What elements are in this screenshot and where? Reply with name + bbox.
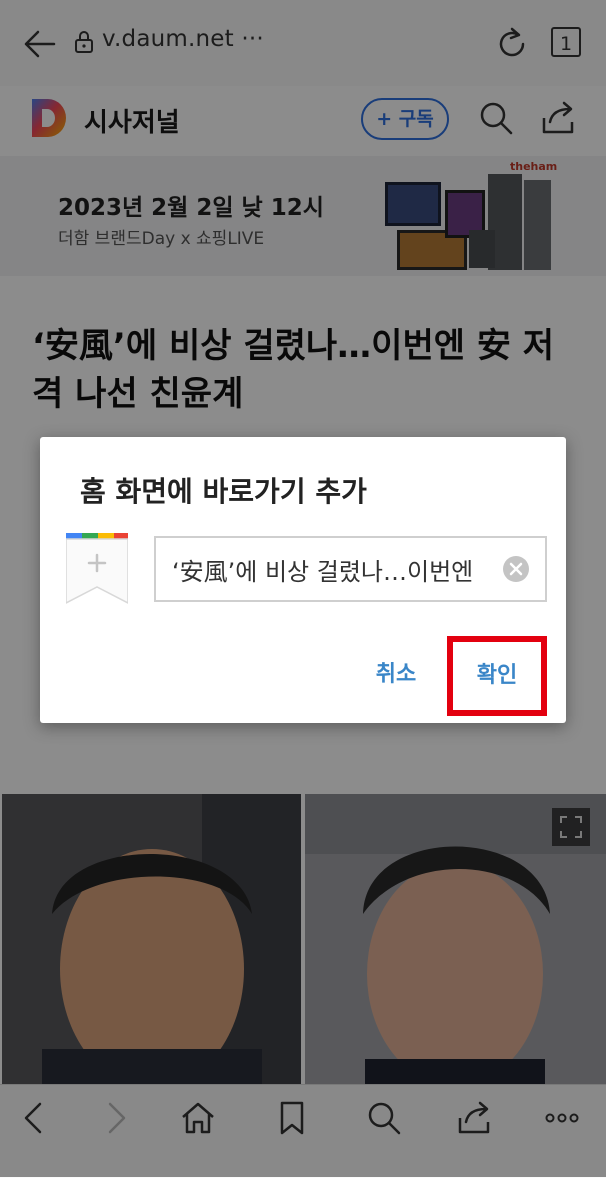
dialog-title: 홈 화면에 바로가기 추가 bbox=[80, 475, 367, 508]
clear-icon[interactable] bbox=[503, 556, 529, 582]
shortcut-name-value[interactable]: ‘安風’에 비상 걸렸나…이번엔 bbox=[172, 552, 502, 587]
bookmark-plus-icon bbox=[66, 533, 128, 604]
confirm-button[interactable]: 확인 bbox=[447, 636, 547, 716]
cancel-button[interactable]: 취소 bbox=[358, 652, 434, 698]
